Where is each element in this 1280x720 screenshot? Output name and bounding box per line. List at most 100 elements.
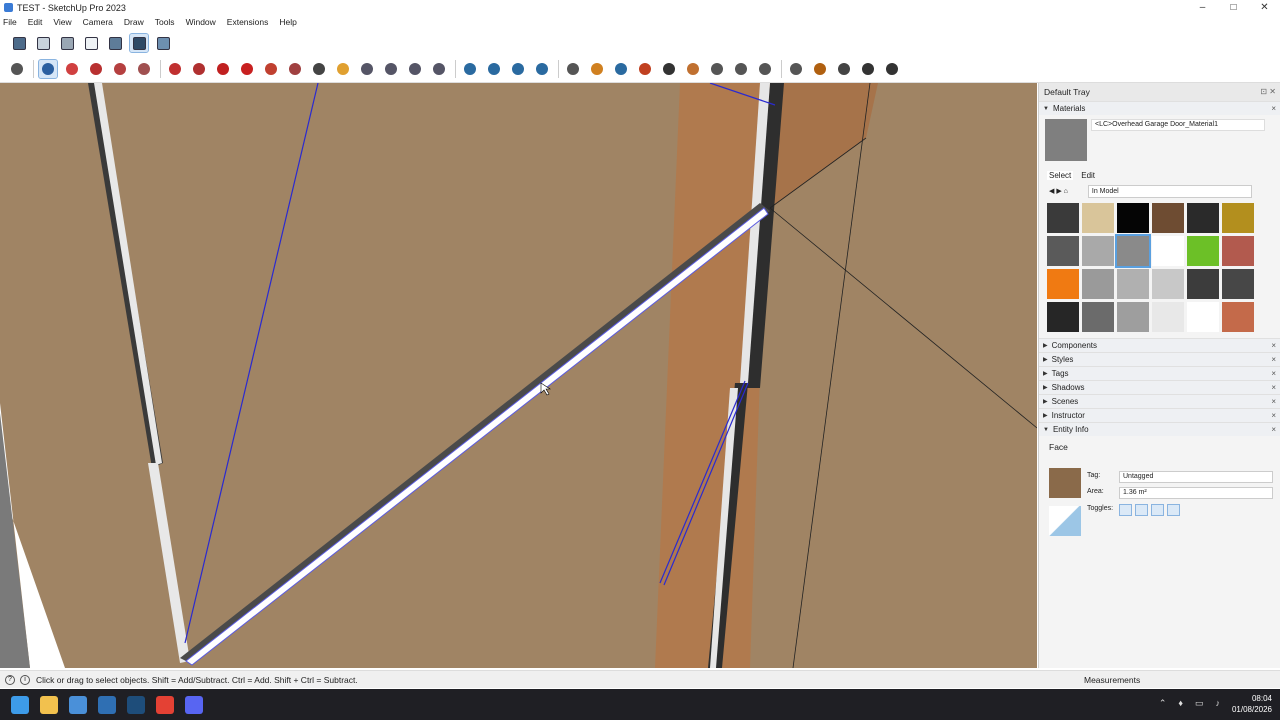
material-swatch[interactable] <box>1082 302 1114 332</box>
maximize-button[interactable]: □ <box>1218 0 1249 15</box>
material-swatch[interactable] <box>1117 302 1149 332</box>
zoom-icon[interactable] <box>406 60 424 78</box>
minimize-button[interactable]: – <box>1187 0 1218 15</box>
sandbox-icon[interactable] <box>660 60 678 78</box>
tray-controls-icon[interactable]: ⊡ ✕ <box>1260 87 1276 96</box>
panel-close-icon[interactable]: × <box>1271 397 1276 406</box>
mesh-icon[interactable] <box>732 60 750 78</box>
material-swatch[interactable] <box>1152 203 1184 233</box>
material-swatch[interactable] <box>1187 203 1219 233</box>
network-icon[interactable]: ▭ <box>1195 698 1204 709</box>
material-name-field[interactable]: <LC>Overhead Garage Door_Material1 <box>1091 119 1265 131</box>
material-swatch[interactable] <box>1152 269 1184 299</box>
geo-location-icon[interactable]: ? <box>5 674 15 685</box>
menu-draw[interactable]: Draw <box>124 17 144 27</box>
material-swatch[interactable] <box>1082 269 1114 299</box>
material-swatch[interactable] <box>1187 236 1219 266</box>
menu-window[interactable]: Window <box>186 17 216 27</box>
shaded-icon[interactable] <box>106 34 124 52</box>
select-icon[interactable] <box>38 59 58 79</box>
menu-edit[interactable]: Edit <box>28 17 43 27</box>
scale-icon[interactable] <box>262 60 280 78</box>
app-icon-1[interactable] <box>69 695 87 714</box>
material-swatch[interactable] <box>1187 269 1219 299</box>
menu-file[interactable]: File <box>3 17 17 27</box>
layout-icon[interactable] <box>636 60 654 78</box>
windows-start-icon[interactable] <box>11 695 29 714</box>
panel-close-icon[interactable]: × <box>1271 411 1276 420</box>
panel-header-styles[interactable]: ▶ Styles × <box>1039 352 1280 366</box>
eraser-icon[interactable] <box>63 60 81 78</box>
material-swatch[interactable] <box>1187 302 1219 332</box>
material-swatch[interactable] <box>1152 236 1184 266</box>
material-swatch[interactable] <box>1152 302 1184 332</box>
info-icon[interactable]: i <box>20 674 30 685</box>
monochrome-icon[interactable] <box>154 34 172 52</box>
panel-header-shadows[interactable]: ▶ Shadows × <box>1039 380 1280 394</box>
section-cut-icon[interactable] <box>533 60 551 78</box>
lock-toggle-icon[interactable] <box>1135 504 1148 516</box>
tape-icon[interactable] <box>310 60 328 78</box>
panel-close-icon[interactable]: × <box>1271 383 1276 392</box>
section-fill-icon[interactable] <box>509 60 527 78</box>
panel-close-icon[interactable]: × <box>1271 341 1276 350</box>
rotate-icon[interactable] <box>238 60 256 78</box>
shaded-textures-icon[interactable] <box>129 33 149 53</box>
material-swatch[interactable] <box>1047 269 1079 299</box>
material-swatch[interactable] <box>1047 203 1079 233</box>
panel-header-entity-info[interactable]: ▼ Entity Info × <box>1039 422 1280 436</box>
xray-icon[interactable] <box>10 34 28 52</box>
materials-panel-header[interactable]: ▼ Materials × <box>1039 101 1280 115</box>
volume-icon[interactable]: ♪ <box>1216 698 1221 709</box>
nav-back-icon[interactable]: ◀ ▶ ⌂ <box>1049 187 1068 195</box>
zoom-extents-icon[interactable] <box>430 60 448 78</box>
app-icon-2[interactable] <box>98 695 116 714</box>
material-swatch[interactable] <box>1047 302 1079 332</box>
cloud-icon[interactable] <box>756 60 774 78</box>
menu-help[interactable]: Help <box>279 17 296 27</box>
material-swatch[interactable] <box>1117 269 1149 299</box>
panel-close-icon[interactable]: × <box>1271 369 1276 378</box>
solid-tools-icon[interactable] <box>811 60 829 78</box>
model-viewport[interactable] <box>0 83 1037 668</box>
discord-icon[interactable] <box>185 695 203 714</box>
material-swatch[interactable] <box>1082 203 1114 233</box>
push-pull-icon[interactable] <box>166 60 184 78</box>
profile-icon[interactable] <box>883 60 901 78</box>
material-swatch[interactable] <box>1222 269 1254 299</box>
follow-me-icon[interactable] <box>190 60 208 78</box>
shape-icon[interactable] <box>111 60 129 78</box>
line-icon[interactable] <box>87 60 105 78</box>
section-display-icon[interactable] <box>485 60 503 78</box>
microphone-icon[interactable]: ♦ <box>1178 698 1183 709</box>
back-material-swatch[interactable] <box>1049 506 1081 536</box>
account-icon[interactable] <box>564 60 582 78</box>
panel-close-icon[interactable]: × <box>1271 355 1276 364</box>
chevron-up-icon[interactable]: ⌃ <box>1159 698 1167 709</box>
wireframe-icon[interactable] <box>58 34 76 52</box>
panel-header-scenes[interactable]: ▶ Scenes × <box>1039 394 1280 408</box>
search-icon[interactable] <box>8 60 26 78</box>
material-swatch[interactable] <box>1222 203 1254 233</box>
hidden-line-icon[interactable] <box>82 34 100 52</box>
menu-view[interactable]: View <box>53 17 71 27</box>
photo-icon[interactable] <box>684 60 702 78</box>
orbit-icon[interactable] <box>358 60 376 78</box>
tab-edit[interactable]: Edit <box>1081 171 1095 180</box>
offset-icon[interactable] <box>286 60 304 78</box>
material-swatch[interactable] <box>1117 203 1149 233</box>
clock[interactable]: 08:04 01/08/2026 <box>1232 693 1272 715</box>
panel-header-components[interactable]: ▶ Components × <box>1039 338 1280 352</box>
chrome-icon[interactable] <box>156 695 174 714</box>
tag-dropdown[interactable]: Untagged <box>1119 471 1273 483</box>
visibility-toggle-icon[interactable] <box>1119 504 1132 516</box>
3d-warehouse-icon[interactable] <box>588 60 606 78</box>
map-icon[interactable] <box>708 60 726 78</box>
file-explorer-icon[interactable] <box>40 695 58 714</box>
panel-header-tags[interactable]: ▶ Tags × <box>1039 366 1280 380</box>
material-swatch[interactable] <box>1115 234 1151 268</box>
material-swatch[interactable] <box>1047 236 1079 266</box>
cast-shadows-icon[interactable] <box>1167 504 1180 516</box>
info-icon[interactable] <box>835 60 853 78</box>
material-swatch[interactable] <box>1222 236 1254 266</box>
